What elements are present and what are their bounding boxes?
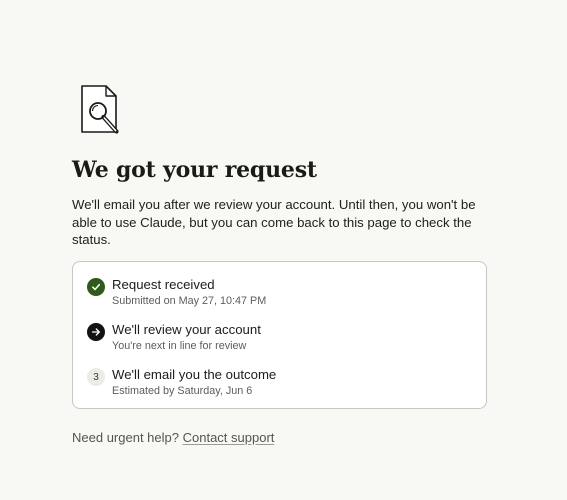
- step-done-badge: [87, 278, 105, 296]
- step-title: Request received: [112, 277, 215, 292]
- step-request-received: Request received Submitted on May 27, 10…: [87, 276, 467, 310]
- contact-support-link[interactable]: Contact support: [183, 430, 275, 445]
- step-subtitle: Estimated by Saturday, Jun 6: [112, 385, 253, 397]
- step-subtitle: You're next in line for review: [112, 340, 247, 352]
- document-search-icon: [81, 85, 119, 134]
- step-subtitle: Submitted on May 27, 10:47 PM: [112, 295, 267, 307]
- help-footer: Need urgent help? Contact support: [72, 430, 274, 445]
- step-title: We'll email you the outcome: [112, 367, 277, 382]
- arrow-right-icon: [91, 328, 100, 336]
- help-prefix: Need urgent help?: [72, 430, 179, 445]
- checkmark-icon: [92, 283, 101, 291]
- step-email-outcome: 3 We'll email you the outcome Estimated …: [87, 366, 467, 400]
- status-steps-card: Request received Submitted on May 27, 10…: [72, 261, 487, 409]
- step-current-badge: [87, 323, 105, 341]
- page-description: We'll email you after we review your acc…: [72, 197, 476, 247]
- step-review-account: We'll review your account You're next in…: [87, 321, 467, 355]
- step-number-badge: 3: [87, 368, 105, 386]
- step-title: We'll review your account: [112, 322, 261, 337]
- page-title: We got your request: [72, 157, 317, 183]
